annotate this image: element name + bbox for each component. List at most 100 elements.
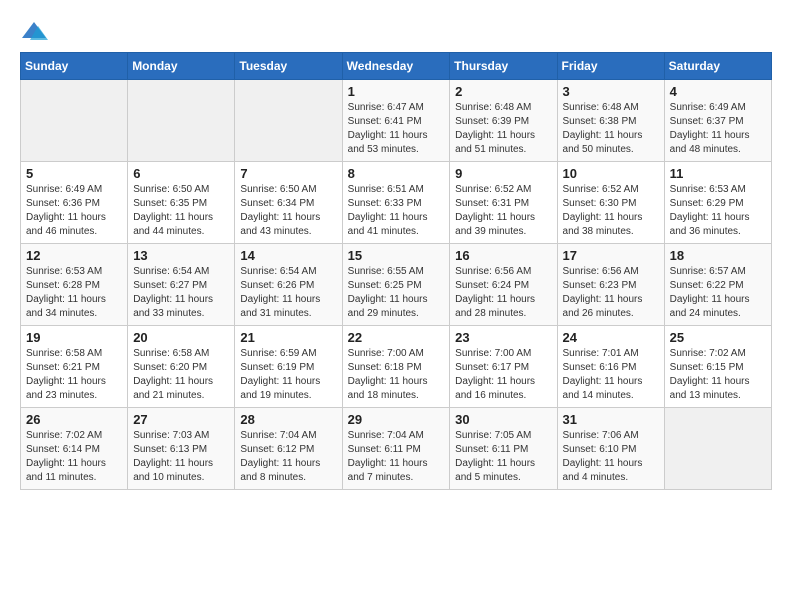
- day-info: Sunrise: 6:50 AM Sunset: 6:35 PM Dayligh…: [133, 183, 229, 239]
- calendar-cell: 21Sunrise: 6:59 AM Sunset: 6:19 PM Dayli…: [235, 326, 342, 408]
- calendar-week-row: 12 Sunrise: 6:53 AM Sunset: 6:28 PM Dayli…: [21, 244, 772, 326]
- day-info: Sunrise: 7:00 AM Sunset: 6:18 PM Dayligh…: [348, 347, 445, 403]
- day-info: Sunrise: 6:52 AM Sunset: 6:31 PM Dayligh…: [455, 183, 551, 239]
- calendar-cell: 18 Sunrise: 6:57 AM Sunset: 6:22 PM Dayli…: [664, 244, 771, 326]
- calendar-cell: [235, 80, 342, 162]
- header-friday: Friday: [557, 53, 664, 80]
- calendar-cell: 28 Sunrise: 7:04 AM Sunset: 6:12 PM Dayli…: [235, 408, 342, 490]
- calendar-cell: 10 Sunrise: 6:52 AM Sunset: 6:30 PM Dayli…: [557, 162, 664, 244]
- calendar-cell: 20 Sunrise: 6:58 AM Sunset: 6:20 PM Dayli…: [128, 326, 235, 408]
- day-number: 12: [26, 248, 122, 263]
- day-info: Sunrise: 7:06 AM Sunset: 6:10 PM Dayligh…: [563, 429, 659, 485]
- day-number: 22: [348, 330, 445, 345]
- day-number: 11: [670, 166, 766, 181]
- calendar-cell: 7 Sunrise: 6:50 AM Sunset: 6:34 PM Daylig…: [235, 162, 342, 244]
- header-monday: Monday: [128, 53, 235, 80]
- calendar-cell: 14Sunrise: 6:54 AM Sunset: 6:26 PM Dayli…: [235, 244, 342, 326]
- calendar-cell: [664, 408, 771, 490]
- day-number: 1: [348, 84, 445, 99]
- day-info: Sunrise: 7:02 AM Sunset: 6:15 PM Dayligh…: [670, 347, 766, 403]
- day-info: Sunrise: 6:48 AM Sunset: 6:38 PM Dayligh…: [563, 101, 659, 157]
- day-number: 9: [455, 166, 551, 181]
- calendar-cell: 17 Sunrise: 6:56 AM Sunset: 6:23 PM Dayli…: [557, 244, 664, 326]
- calendar-cell: 9 Sunrise: 6:52 AM Sunset: 6:31 PM Daylig…: [450, 162, 557, 244]
- day-info: Sunrise: 7:05 AM Sunset: 6:11 PM Dayligh…: [455, 429, 551, 485]
- calendar-cell: 11 Sunrise: 6:53 AM Sunset: 6:29 PM Dayli…: [664, 162, 771, 244]
- day-info: Sunrise: 6:57 AM Sunset: 6:22 PM Dayligh…: [670, 265, 766, 321]
- header-wednesday: Wednesday: [342, 53, 450, 80]
- header-saturday: Saturday: [664, 53, 771, 80]
- day-number: 5: [26, 166, 122, 181]
- calendar-cell: 27Sunrise: 7:03 AM Sunset: 6:13 PM Dayli…: [128, 408, 235, 490]
- calendar-cell: 4 Sunrise: 6:49 AM Sunset: 6:37 PM Daylig…: [664, 80, 771, 162]
- day-info: Sunrise: 6:54 AM Sunset: 6:26 PM Dayligh…: [240, 265, 336, 321]
- calendar-week-row: 26 Sunrise: 7:02 AM Sunset: 6:14 PM Dayli…: [21, 408, 772, 490]
- day-number: 16: [455, 248, 551, 263]
- day-number: 25: [670, 330, 766, 345]
- day-number: 15: [348, 248, 445, 263]
- day-info: Sunrise: 6:50 AM Sunset: 6:34 PM Dayligh…: [240, 183, 336, 239]
- day-info: Sunrise: 7:04 AM Sunset: 6:11 PM Dayligh…: [348, 429, 445, 485]
- calendar-cell: [21, 80, 128, 162]
- calendar-cell: 12 Sunrise: 6:53 AM Sunset: 6:28 PM Dayli…: [21, 244, 128, 326]
- calendar-cell: 3 Sunrise: 6:48 AM Sunset: 6:38 PM Daylig…: [557, 80, 664, 162]
- calendar-cell: 15 Sunrise: 6:55 AM Sunset: 6:25 PM Dayli…: [342, 244, 450, 326]
- day-number: 28: [240, 412, 336, 427]
- day-info: Sunrise: 6:55 AM Sunset: 6:25 PM Dayligh…: [348, 265, 445, 321]
- day-number: 29: [348, 412, 445, 427]
- day-info: Sunrise: 6:49 AM Sunset: 6:36 PM Dayligh…: [26, 183, 122, 239]
- calendar-cell: 26 Sunrise: 7:02 AM Sunset: 6:14 PM Dayli…: [21, 408, 128, 490]
- day-number: 10: [563, 166, 659, 181]
- calendar-cell: 22 Sunrise: 7:00 AM Sunset: 6:18 PM Dayli…: [342, 326, 450, 408]
- day-info: Sunrise: 6:56 AM Sunset: 6:23 PM Dayligh…: [563, 265, 659, 321]
- day-number: 7: [240, 166, 336, 181]
- day-info: Sunrise: 7:00 AM Sunset: 6:17 PM Dayligh…: [455, 347, 551, 403]
- day-info: Sunrise: 6:53 AM Sunset: 6:29 PM Dayligh…: [670, 183, 766, 239]
- day-number: 4: [670, 84, 766, 99]
- day-info: Sunrise: 6:56 AM Sunset: 6:24 PM Dayligh…: [455, 265, 551, 321]
- calendar-cell: 2Sunrise: 6:48 AM Sunset: 6:39 PM Daylig…: [450, 80, 557, 162]
- day-info: Sunrise: 6:53 AM Sunset: 6:28 PM Dayligh…: [26, 265, 122, 321]
- header-sunday: Sunday: [21, 53, 128, 80]
- day-info: Sunrise: 6:59 AM Sunset: 6:19 PM Dayligh…: [240, 347, 336, 403]
- day-info: Sunrise: 6:52 AM Sunset: 6:30 PM Dayligh…: [563, 183, 659, 239]
- logo: [20, 20, 52, 42]
- day-number: 26: [26, 412, 122, 427]
- calendar-cell: 5 Sunrise: 6:49 AM Sunset: 6:36 PM Daylig…: [21, 162, 128, 244]
- day-number: 3: [563, 84, 659, 99]
- day-info: Sunrise: 7:01 AM Sunset: 6:16 PM Dayligh…: [563, 347, 659, 403]
- day-info: Sunrise: 7:02 AM Sunset: 6:14 PM Dayligh…: [26, 429, 122, 485]
- calendar-cell: 6 Sunrise: 6:50 AM Sunset: 6:35 PM Daylig…: [128, 162, 235, 244]
- calendar-cell: 30Sunrise: 7:05 AM Sunset: 6:11 PM Dayli…: [450, 408, 557, 490]
- day-info: Sunrise: 7:03 AM Sunset: 6:13 PM Dayligh…: [133, 429, 229, 485]
- day-info: Sunrise: 6:54 AM Sunset: 6:27 PM Dayligh…: [133, 265, 229, 321]
- calendar-cell: 19 Sunrise: 6:58 AM Sunset: 6:21 PM Dayli…: [21, 326, 128, 408]
- calendar-cell: 31 Sunrise: 7:06 AM Sunset: 6:10 PM Dayli…: [557, 408, 664, 490]
- day-info: Sunrise: 6:47 AM Sunset: 6:41 PM Dayligh…: [348, 101, 445, 157]
- calendar-cell: [128, 80, 235, 162]
- day-number: 2: [455, 84, 551, 99]
- day-info: Sunrise: 6:58 AM Sunset: 6:21 PM Dayligh…: [26, 347, 122, 403]
- day-number: 17: [563, 248, 659, 263]
- calendar-cell: 25 Sunrise: 7:02 AM Sunset: 6:15 PM Dayli…: [664, 326, 771, 408]
- calendar-cell: 13 Sunrise: 6:54 AM Sunset: 6:27 PM Dayli…: [128, 244, 235, 326]
- day-info: Sunrise: 6:58 AM Sunset: 6:20 PM Dayligh…: [133, 347, 229, 403]
- day-number: 6: [133, 166, 229, 181]
- day-number: 20: [133, 330, 229, 345]
- calendar-week-row: 1 Sunrise: 6:47 AM Sunset: 6:41 PM Daylig…: [21, 80, 772, 162]
- day-number: 13: [133, 248, 229, 263]
- calendar-header-row: SundayMondayTuesdayWednesdayThursdayFrid…: [21, 53, 772, 80]
- day-number: 19: [26, 330, 122, 345]
- day-number: 31: [563, 412, 659, 427]
- page-header: [20, 20, 772, 42]
- day-number: 23: [455, 330, 551, 345]
- day-number: 8: [348, 166, 445, 181]
- calendar-cell: 24 Sunrise: 7:01 AM Sunset: 6:16 PM Dayli…: [557, 326, 664, 408]
- day-number: 24: [563, 330, 659, 345]
- day-info: Sunrise: 6:49 AM Sunset: 6:37 PM Dayligh…: [670, 101, 766, 157]
- calendar-week-row: 5 Sunrise: 6:49 AM Sunset: 6:36 PM Daylig…: [21, 162, 772, 244]
- day-number: 18: [670, 248, 766, 263]
- logo-icon: [20, 20, 48, 42]
- day-info: Sunrise: 7:04 AM Sunset: 6:12 PM Dayligh…: [240, 429, 336, 485]
- header-thursday: Thursday: [450, 53, 557, 80]
